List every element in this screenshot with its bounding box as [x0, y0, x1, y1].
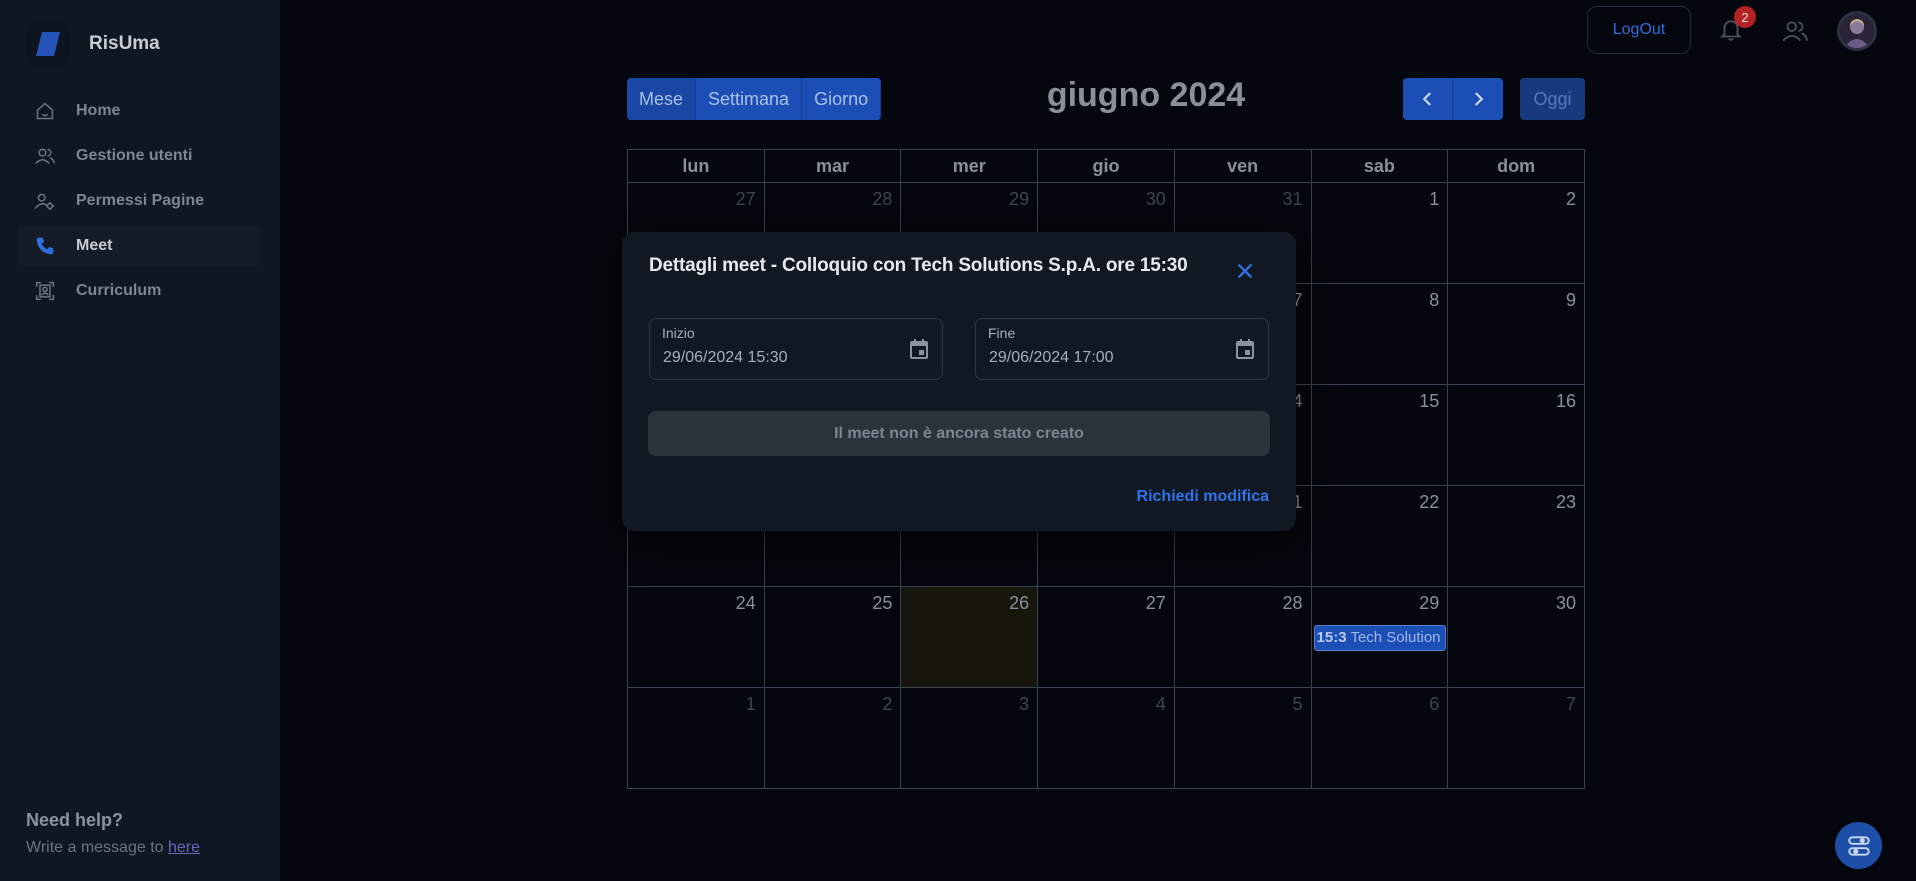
sidebar-item-label: Gestione utenti [76, 146, 193, 164]
day-cell[interactable]: 5 [1173, 687, 1312, 789]
weekday-header: ven [1173, 149, 1312, 183]
day-cell-today[interactable]: 26 [900, 586, 1039, 688]
start-date-field[interactable]: Inizio 29/06/2024 15:30 [649, 318, 943, 380]
sidebar-item-label: Permessi Pagine [76, 191, 205, 209]
prev-month-button[interactable] [1403, 78, 1453, 120]
weekday-header: gio [1037, 149, 1175, 183]
meet-details-dialog: Dettagli meet - Colloquio con Tech Solut… [622, 232, 1296, 531]
sidebar-item-label: Curriculum [76, 281, 162, 299]
sidebar-item-home[interactable]: Home [17, 90, 261, 131]
next-month-button[interactable] [1453, 78, 1503, 120]
help-section: Need help? Write a message to here [26, 810, 200, 857]
avatar[interactable] [1837, 11, 1877, 51]
user-gear-icon [34, 190, 56, 212]
calendar-title: giugno 2024 [1046, 76, 1246, 114]
day-cell[interactable]: 27 [1037, 586, 1175, 688]
close-icon[interactable] [1234, 260, 1258, 284]
logout-button[interactable]: LogOut [1587, 6, 1691, 54]
day-cell[interactable]: 16 [1447, 384, 1585, 486]
event-title: Tech Solution [1350, 629, 1441, 646]
view-day-button[interactable]: Giorno [802, 78, 882, 120]
end-date-value: 29/06/2024 17:00 [989, 349, 1114, 366]
day-number: 29 [1419, 593, 1440, 613]
brand[interactable]: RisUma [26, 22, 160, 66]
day-cell[interactable]: 15 [1310, 384, 1449, 486]
sidebar-item-label: Home [76, 101, 121, 119]
weekday-header: sab [1310, 149, 1449, 183]
request-change-button[interactable]: Richiedi modifica [1137, 488, 1269, 506]
weekday-header: mer [900, 149, 1039, 183]
calendar-icon[interactable] [907, 337, 931, 361]
meet-status-button: Il meet non è ancora stato creato [648, 411, 1270, 456]
day-cell[interactable]: 28 [1173, 586, 1312, 688]
settings-fab[interactable] [1835, 822, 1882, 869]
sidebar-item-curriculum[interactable]: Curriculum [17, 270, 261, 311]
app-logo [26, 22, 70, 66]
help-text-label: Write a message to [26, 839, 168, 856]
day-cell[interactable]: 30 [1447, 586, 1585, 688]
day-cell[interactable]: 1 [627, 687, 765, 789]
weekday-header: lun [627, 149, 765, 183]
app-name: RisUma [89, 33, 160, 54]
day-cell[interactable]: 23 [1447, 485, 1585, 587]
help-text: Write a message to here [26, 839, 200, 857]
help-link[interactable]: here [168, 839, 200, 856]
event-time: 15:3 [1316, 629, 1347, 646]
day-cell[interactable]: 2 [1447, 182, 1585, 284]
start-date-value: 29/06/2024 15:30 [663, 349, 788, 366]
sidebar-item-gestione-utenti[interactable]: Gestione utenti [17, 135, 261, 176]
day-cell[interactable]: 24 [627, 586, 765, 688]
day-cell[interactable]: 7 [1447, 687, 1585, 789]
weekday-header: mar [763, 149, 902, 183]
sidebar-item-label: Meet [76, 236, 113, 254]
sidebar-nav: Home Gestione utenti Permessi Pagine Mee… [17, 90, 261, 315]
day-cell[interactable]: 22 [1310, 485, 1449, 587]
view-month-button[interactable]: Mese [627, 78, 697, 120]
day-cell[interactable]: 3 [900, 687, 1039, 789]
phone-icon [34, 235, 56, 257]
view-switcher: Mese Settimana Giorno [627, 78, 882, 120]
view-week-button[interactable]: Settimana [696, 78, 803, 120]
help-title: Need help? [26, 810, 124, 830]
sidebar: RisUma Home Gestione utenti Permessi Pag… [0, 0, 280, 881]
calendar-event[interactable]: 15:3 Tech Solution [1313, 625, 1446, 651]
calendar-icon[interactable] [1233, 337, 1257, 361]
day-cell[interactable]: 8 [1310, 283, 1449, 385]
sidebar-item-permessi-pagine[interactable]: Permessi Pagine [17, 180, 261, 221]
sidebar-item-meet[interactable]: Meet [17, 225, 261, 266]
end-date-field[interactable]: Fine 29/06/2024 17:00 [975, 318, 1269, 380]
notification-badge: 2 [1734, 6, 1756, 28]
day-cell[interactable]: 25 [763, 586, 902, 688]
day-cell[interactable]: 4 [1037, 687, 1175, 789]
users-icon[interactable] [1781, 17, 1809, 45]
start-date-label: Inizio [662, 325, 695, 341]
users-icon [34, 145, 56, 167]
home-icon [34, 100, 56, 122]
scan-user-icon [34, 280, 56, 302]
end-date-label: Fine [988, 325, 1016, 341]
day-cell[interactable]: 1 [1310, 182, 1449, 284]
dialog-title: Dettagli meet - Colloquio con Tech Solut… [649, 255, 1188, 276]
day-cell[interactable]: 2 [763, 687, 902, 789]
day-cell-event[interactable]: 29 15:3 Tech Solution [1310, 586, 1449, 688]
day-cell[interactable]: 6 [1310, 687, 1449, 789]
weekday-header: dom [1447, 149, 1585, 183]
calendar-nav [1403, 78, 1503, 120]
day-cell[interactable]: 9 [1447, 283, 1585, 385]
today-button[interactable]: Oggi [1520, 78, 1585, 120]
